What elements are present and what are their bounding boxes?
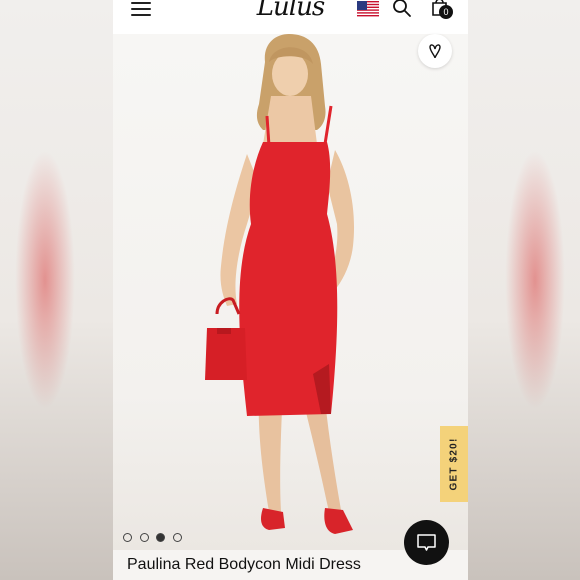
background-blur-red-left — [15, 150, 75, 410]
us-flag-icon[interactable] — [357, 1, 379, 18]
cart-count-badge: 0 — [439, 5, 453, 19]
promo-label: GET $20! — [448, 437, 460, 491]
chat-bubble-icon — [417, 534, 436, 551]
heart-icon — [429, 44, 441, 59]
chat-button[interactable] — [404, 520, 449, 565]
site-header: Lulus 0 — [113, 0, 468, 34]
product-title: Paulina Red Bodycon Midi Dress — [127, 556, 361, 573]
favorite-button[interactable] — [418, 34, 452, 68]
background-blur-red-right — [505, 150, 565, 410]
model-in-red-dress-image — [205, 34, 355, 534]
carousel-dot-1[interactable] — [123, 533, 132, 542]
phone-screen: Lulus 0 GET $20! Paulina Red Bodycon Mid… — [113, 0, 468, 580]
lulus-logo[interactable]: Lulus — [113, 0, 468, 22]
product-photo[interactable] — [113, 34, 468, 550]
search-icon[interactable] — [392, 0, 412, 18]
carousel-dot-4[interactable] — [173, 533, 182, 542]
carousel-dot-3[interactable] — [156, 533, 165, 542]
carousel-dot-2[interactable] — [140, 533, 149, 542]
promo-tab[interactable]: GET $20! — [440, 426, 468, 502]
